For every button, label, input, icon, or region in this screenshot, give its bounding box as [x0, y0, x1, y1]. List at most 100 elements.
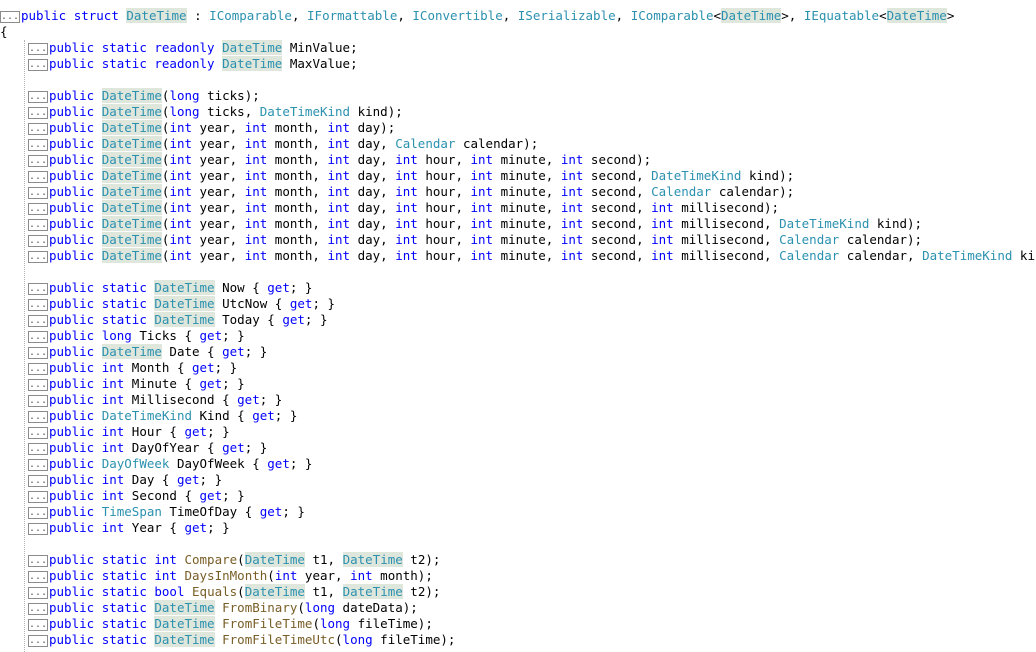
collapse-toggle-button[interactable]: ... [28, 618, 48, 631]
code-keyword: public [49, 360, 95, 375]
code-text: , [502, 8, 518, 23]
code-line[interactable]: ... public static int Compare(DateTime t1… [0, 552, 440, 568]
collapse-toggle-button[interactable]: ... [28, 138, 48, 151]
collapse-toggle-button[interactable]: ... [28, 394, 48, 407]
code-line[interactable]: ... public static int DaysInMonth(int yea… [0, 568, 433, 584]
collapse-toggle-button[interactable]: ... [28, 58, 48, 71]
collapse-toggle-button[interactable]: ... [28, 186, 48, 199]
code-line[interactable]: ... public static DateTime Now { get; } [0, 280, 312, 296]
code-line[interactable]: ... public DateTime(int year, int month, … [0, 152, 651, 168]
code-keyword: int [101, 488, 125, 503]
collapse-toggle-button[interactable]: ... [28, 250, 48, 263]
code-type: IEquatable [803, 8, 880, 23]
code-type: Calendar [779, 232, 840, 247]
code-text: ; } [312, 296, 336, 311]
code-line[interactable]: ... public static DateTime Today { get; } [0, 312, 327, 328]
code-line[interactable]: ... public DateTime(int year, int month, … [0, 168, 794, 184]
code-line[interactable]: ... public int DayOfYear { get; } [0, 440, 267, 456]
code-line[interactable]: ... public DateTime(int year, int month, … [0, 136, 538, 152]
code-text: day); [350, 120, 396, 135]
code-line[interactable]: ... public long Ticks { get; } [0, 328, 245, 344]
code-keyword: int [395, 232, 418, 247]
collapse-toggle-button[interactable]: ... [28, 378, 48, 391]
code-line[interactable]: ... public int Millisecond { get; } [0, 392, 282, 408]
code-type-highlight: DateTime [244, 552, 305, 567]
code-line[interactable]: ... public int Second { get; } [0, 488, 245, 504]
code-line[interactable]: ... public DateTime Date { get; } [0, 344, 267, 360]
collapse-toggle-button[interactable]: ... [28, 330, 48, 343]
code-keyword: int [327, 216, 351, 231]
collapse-toggle-button[interactable]: ... [28, 634, 48, 647]
collapse-toggle-button[interactable]: ... [28, 602, 48, 615]
code-type-highlight: DateTime [101, 200, 162, 215]
collapse-toggle-button[interactable]: ... [28, 586, 48, 599]
code-line[interactable]: ... public static readonly DateTime MinVa… [0, 40, 358, 56]
collapse-toggle-button[interactable]: ... [28, 346, 48, 359]
code-keyword: public [49, 328, 95, 343]
code-line[interactable]: { [0, 24, 8, 40]
collapse-toggle-button[interactable]: ... [0, 10, 20, 23]
collapse-toggle-button[interactable]: ... [28, 90, 48, 103]
collapse-toggle-button[interactable]: ... [28, 298, 48, 311]
code-line[interactable]: ... public DateTime(int year, int month, … [0, 200, 779, 216]
code-line[interactable]: ... public DateTime(int year, int month, … [0, 184, 794, 200]
collapse-toggle-button[interactable]: ... [28, 106, 48, 119]
collapse-toggle-button[interactable]: ... [28, 202, 48, 215]
collapse-toggle-button[interactable]: ... [28, 218, 48, 231]
code-text: millisecond, [673, 248, 780, 263]
code-line[interactable]: ... public DateTime(long ticks); [0, 88, 260, 104]
code-line[interactable]: ... public DateTime(int year, int month, … [0, 232, 922, 248]
code-editor[interactable]: ... public struct DateTime : IComparable,… [0, 0, 1036, 652]
code-line[interactable]: ... public DayOfWeek DayOfWeek { get; } [0, 456, 312, 472]
code-keyword: static [101, 616, 147, 631]
code-text: year, [192, 216, 245, 231]
collapse-toggle-button[interactable]: ... [28, 554, 48, 567]
code-line[interactable]: ... public static DateTime FromBinary(lon… [0, 600, 418, 616]
collapse-toggle-button[interactable]: ... [28, 234, 48, 247]
code-keyword: public [49, 152, 95, 167]
code-line[interactable]: ... public int Hour { get; } [0, 424, 230, 440]
collapse-toggle-button[interactable]: ... [28, 570, 48, 583]
code-line[interactable]: ... public DateTime(int year, int month, … [0, 248, 1036, 264]
code-keyword: int [244, 184, 268, 199]
collapse-toggle-button[interactable]: ... [28, 170, 48, 183]
code-line[interactable]: ... public static DateTime UtcNow { get; … [0, 296, 335, 312]
collapse-toggle-button[interactable]: ... [28, 474, 48, 487]
collapse-toggle-button[interactable]: ... [28, 42, 48, 55]
collapse-toggle-button[interactable]: ... [28, 490, 48, 503]
collapse-toggle-button[interactable]: ... [28, 314, 48, 327]
collapse-toggle-button[interactable]: ... [28, 362, 48, 375]
code-line[interactable]: ... public static bool Equals(DateTime t1… [0, 584, 440, 600]
code-keyword: public [49, 456, 95, 471]
code-line[interactable]: ... public int Minute { get; } [0, 376, 245, 392]
collapse-toggle-button[interactable]: ... [28, 122, 48, 135]
code-line[interactable]: ... public struct DateTime : IComparable,… [0, 8, 954, 24]
collapse-toggle-button[interactable]: ... [28, 426, 48, 439]
collapse-toggle-button[interactable]: ... [28, 458, 48, 471]
code-text: month, [267, 232, 328, 247]
collapse-toggle-button[interactable]: ... [28, 442, 48, 455]
code-text: , [291, 8, 308, 23]
code-text: ; } [214, 360, 238, 375]
code-line[interactable]: ... public int Day { get; } [0, 472, 222, 488]
collapse-toggle-button[interactable]: ... [28, 506, 48, 519]
code-line[interactable]: ... public DateTime(int year, int month, … [0, 120, 395, 136]
code-line[interactable]: ... public static readonly DateTime MaxVa… [0, 56, 358, 72]
collapse-toggle-button[interactable]: ... [28, 522, 48, 535]
code-line[interactable]: ... public DateTimeKind Kind { get; } [0, 408, 297, 424]
code-line[interactable]: ... public static DateTime FromFileTimeUt… [0, 632, 455, 648]
code-type: Calendar [651, 184, 712, 199]
code-line[interactable]: ... public DateTime(long ticks, DateTimeK… [0, 104, 403, 120]
code-line[interactable]: ... public DateTime(int year, int month, … [0, 216, 922, 232]
code-line[interactable]: ... public int Month { get; } [0, 360, 237, 376]
collapse-toggle-button[interactable]: ... [28, 154, 48, 167]
code-line[interactable]: ... public int Year { get; } [0, 520, 230, 536]
collapse-toggle-button[interactable]: ... [28, 410, 48, 423]
code-text: >, [781, 8, 804, 23]
code-line[interactable]: ... public static DateTime FromFileTime(l… [0, 616, 433, 632]
code-keyword: int [560, 200, 584, 215]
collapse-toggle-button[interactable]: ... [28, 282, 48, 295]
code-line[interactable]: ... public TimeSpan TimeOfDay { get; } [0, 504, 305, 520]
code-text: ; } [244, 440, 268, 455]
